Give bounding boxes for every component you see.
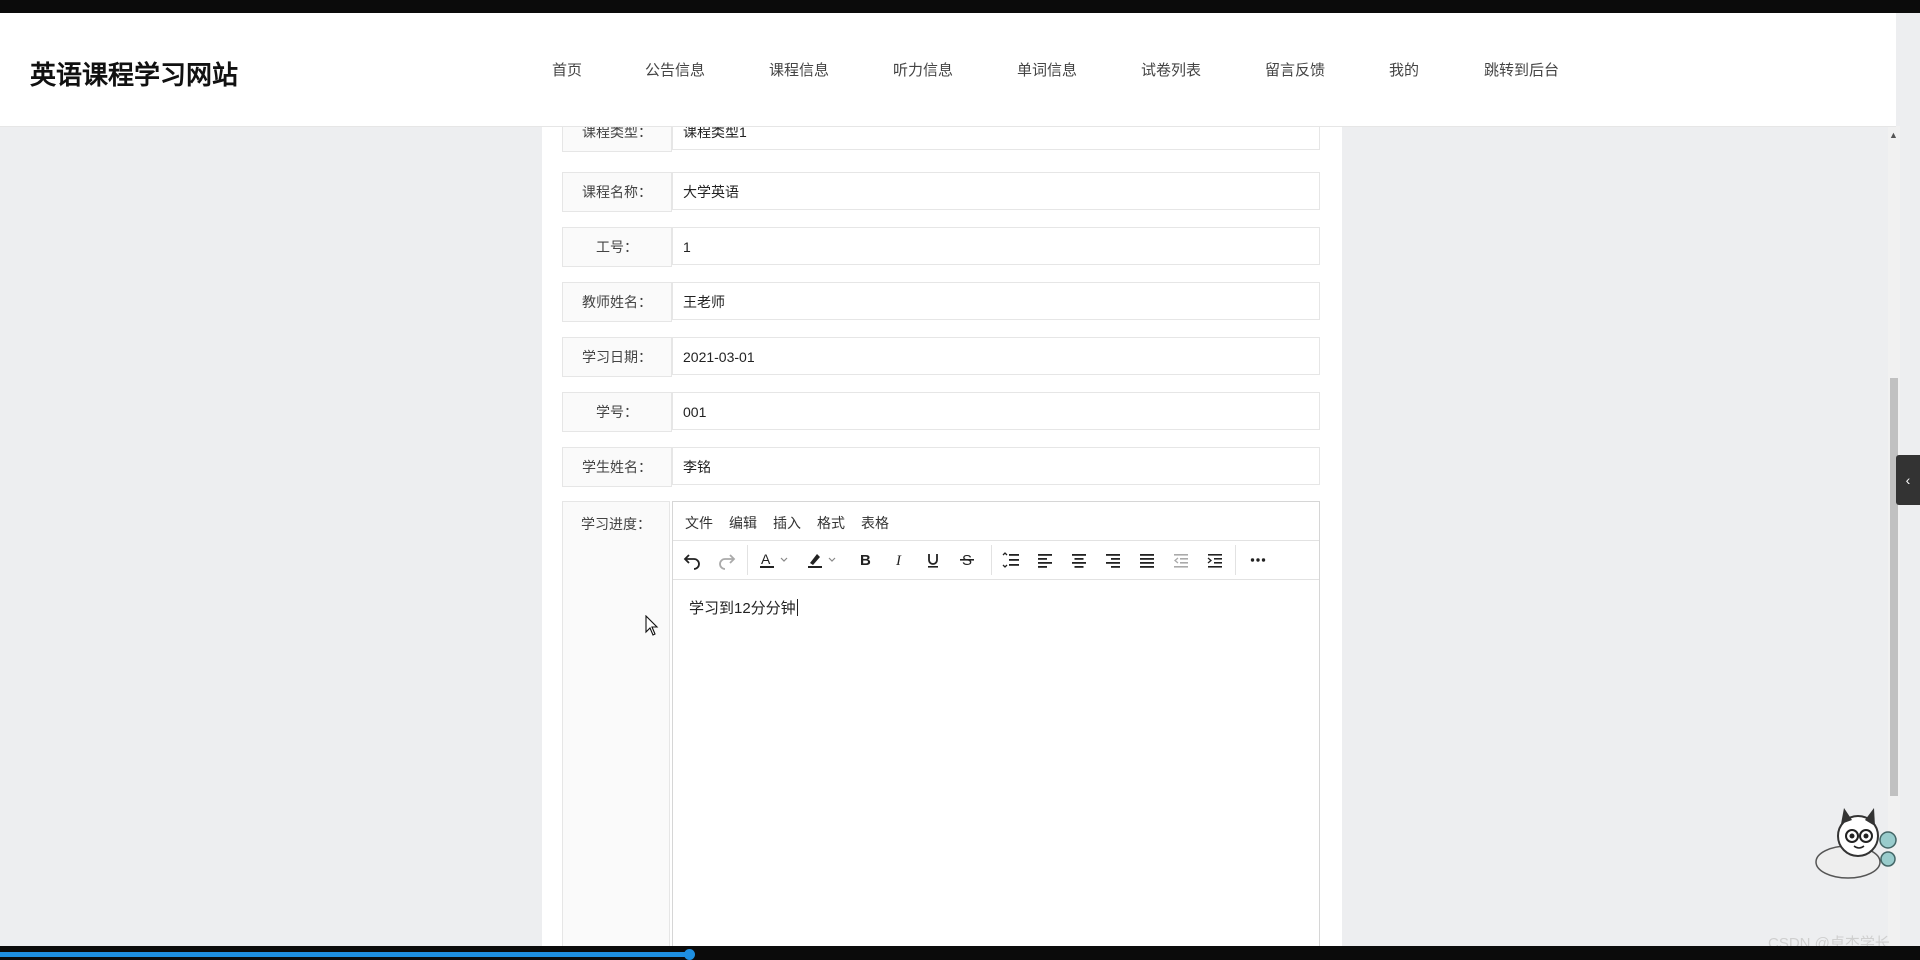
mouse-cursor (645, 614, 659, 642)
align-right-icon[interactable] (1099, 547, 1127, 573)
course-name-field[interactable]: 大学英语 (672, 172, 1320, 210)
form-row-student-name: 学生姓名： 李铭 (562, 447, 1322, 487)
mascot-widget[interactable] (1808, 804, 1898, 889)
text-caret (796, 599, 798, 616)
student-id-field[interactable]: 001 (672, 392, 1320, 430)
align-center-icon[interactable] (1065, 547, 1093, 573)
form-row-staff-id: 工号： 1 (562, 227, 1322, 267)
undo-icon[interactable] (678, 547, 706, 573)
field-label: 学生姓名： (562, 447, 672, 487)
nav-feedback[interactable]: 留言反馈 (1265, 59, 1325, 80)
menu-format[interactable]: 格式 (817, 513, 845, 533)
field-label: 工号： (562, 227, 672, 267)
toolbar-separator (1235, 545, 1236, 575)
outdent-icon[interactable] (1167, 547, 1195, 573)
scrollbar-thumb[interactable] (1890, 378, 1898, 796)
redo-icon[interactable] (713, 547, 741, 573)
more-icon[interactable] (1244, 547, 1272, 573)
chevron-down-icon[interactable] (825, 547, 839, 573)
form-row-student-id: 学号： 001 (562, 392, 1322, 432)
nav-home[interactable]: 首页 (552, 59, 582, 80)
form-row-study-date: 学习日期： 2021-03-01 (562, 337, 1322, 377)
nav-courses[interactable]: 课程信息 (769, 59, 829, 80)
svg-text:B: B (860, 552, 871, 569)
strikethrough-icon[interactable]: S (953, 547, 981, 573)
italic-icon[interactable]: I (885, 547, 913, 573)
indent-icon[interactable] (1201, 547, 1229, 573)
field-label: 学号： (562, 392, 672, 432)
field-label: 课程名称： (562, 172, 672, 212)
field-label: 学习日期： (562, 337, 672, 377)
nav-announcements[interactable]: 公告信息 (645, 59, 705, 80)
study-progress-label: 学习进度： (562, 501, 670, 946)
menu-insert[interactable]: 插入 (773, 513, 801, 533)
align-justify-icon[interactable] (1133, 547, 1161, 573)
video-progress-handle[interactable] (684, 949, 695, 960)
toolbar-separator (991, 545, 992, 575)
chevron-down-icon[interactable] (777, 547, 791, 573)
line-height-icon[interactable] (997, 547, 1025, 573)
bold-icon[interactable]: B (851, 547, 879, 573)
field-label: 教师姓名： (562, 282, 672, 322)
menu-file[interactable]: 文件 (685, 513, 713, 533)
underline-icon[interactable] (919, 547, 947, 573)
align-left-icon[interactable] (1031, 547, 1059, 573)
svg-text:A: A (761, 551, 771, 567)
teacher-name-field[interactable]: 王老师 (672, 282, 1320, 320)
rich-text-editor: 文件 编辑 插入 格式 表格 A B I 学习到12分分钟 (672, 501, 1320, 946)
editor-menubar: 文件 编辑 插入 格式 表格 (673, 502, 1319, 541)
editor-content-area[interactable]: 学习到12分分钟 (689, 597, 798, 618)
form-row-course-name: 课程名称： 大学英语 (562, 172, 1322, 212)
site-header: 英语课程学习网站 首页 公告信息 课程信息 听力信息 单词信息 试卷列表 留言反… (0, 13, 1896, 127)
editor-toolbar: A B I S (673, 541, 1319, 580)
form-row-teacher-name: 教师姓名： 王老师 (562, 282, 1322, 322)
video-progress-bar[interactable] (0, 952, 692, 957)
svg-text:I: I (895, 553, 902, 569)
scroll-up-arrow-icon[interactable]: ▲ (1889, 130, 1898, 140)
site-title: 英语课程学习网站 (30, 60, 239, 90)
side-panel-toggle[interactable]: ‹ (1896, 455, 1920, 505)
chevron-left-icon: ‹ (1905, 472, 1911, 488)
detail-panel: 课程类型： 课程类型1 课程名称： 大学英语 工号： 1 教师姓名： 王老师 学… (542, 112, 1342, 946)
nav-admin[interactable]: 跳转到后台 (1484, 59, 1559, 80)
study-date-field[interactable]: 2021-03-01 (672, 337, 1320, 375)
menu-table[interactable]: 表格 (861, 513, 889, 533)
student-name-field[interactable]: 李铭 (672, 447, 1320, 485)
window-top-bar (0, 0, 1920, 13)
nav-vocabulary[interactable]: 单词信息 (1017, 59, 1077, 80)
nav-exam-list[interactable]: 试卷列表 (1141, 59, 1201, 80)
menu-edit[interactable]: 编辑 (729, 513, 757, 533)
nav-listening[interactable]: 听力信息 (893, 59, 953, 80)
editor-text: 学习到12分分钟 (689, 600, 796, 617)
toolbar-separator (747, 545, 748, 575)
nav-my[interactable]: 我的 (1389, 59, 1419, 80)
staff-id-field[interactable]: 1 (672, 227, 1320, 265)
